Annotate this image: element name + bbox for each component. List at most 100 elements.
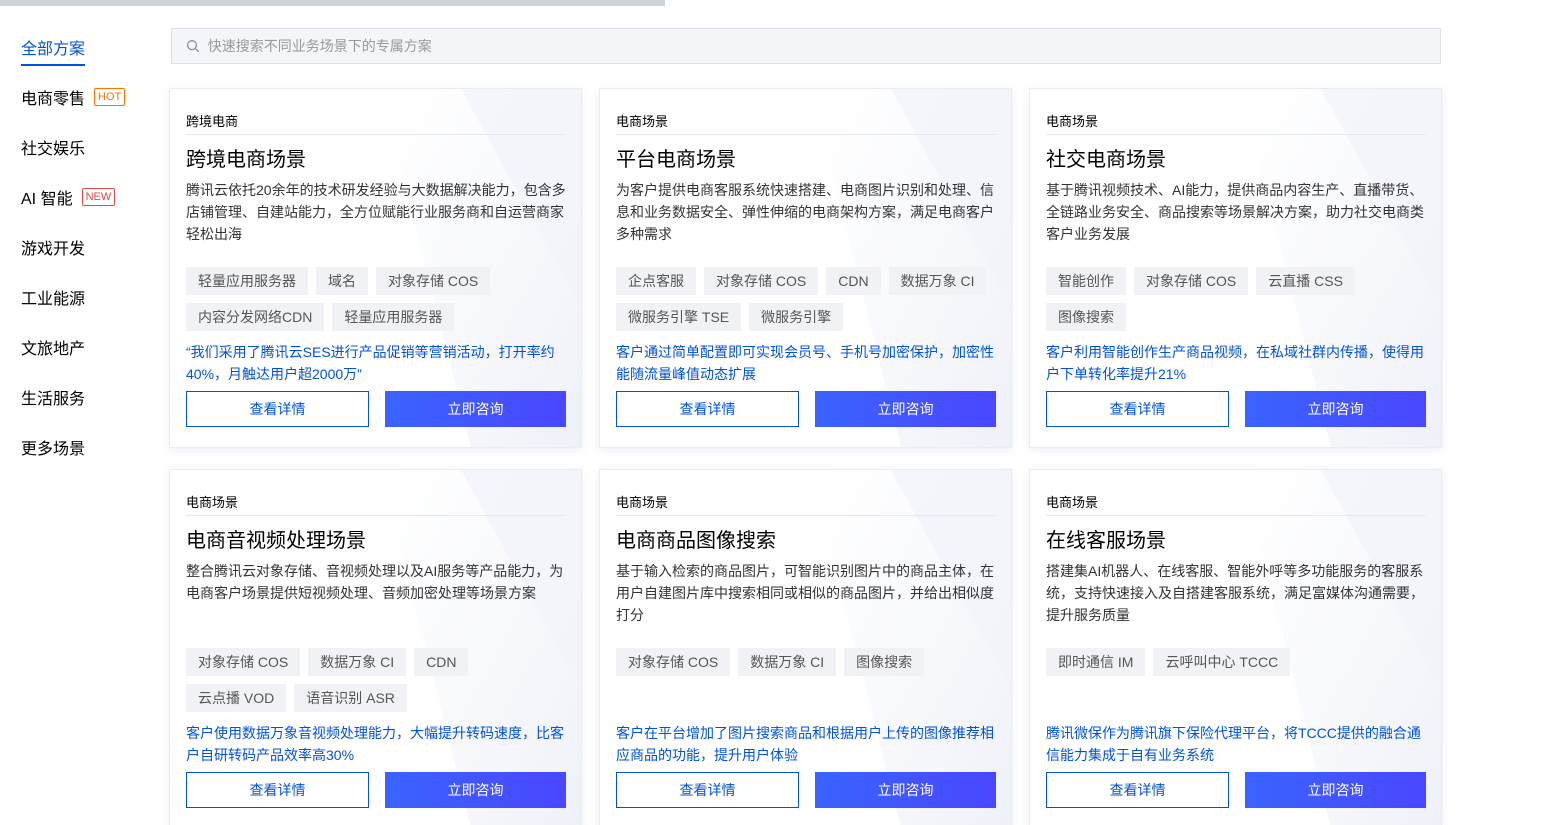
card-description: 腾讯云依托20余年的技术研发经验与大数据解决能力，包含多店铺管理、自建站能力，全… bbox=[186, 182, 566, 242]
card-tag-list: 企点客服 对象存储 COS CDN 数据万象 CI 微服务引擎 TSE 微服务引擎 bbox=[616, 267, 996, 333]
sidebar-item-label: 电商零售 bbox=[21, 91, 86, 108]
solution-card: 电商场景 在线客服场景 搭建集AI机器人、在线客服、智能外呼等多功能服务的客服系… bbox=[1029, 469, 1442, 825]
sidebar-item-ai[interactable]: AI 智能 NEW bbox=[21, 177, 116, 217]
view-details-button[interactable]: 查看详情 bbox=[1046, 772, 1229, 808]
product-tag[interactable]: 内容分发网络CDN bbox=[186, 303, 325, 331]
sidebar-item-ecommerce[interactable]: 电商零售 HOT bbox=[21, 77, 126, 117]
solution-card: 电商场景 电商音视频处理场景 整合腾讯云对象存储、音视频处理以及AI服务等产品能… bbox=[169, 469, 582, 825]
view-details-button[interactable]: 查看详情 bbox=[616, 772, 799, 808]
card-actions: 查看详情 立即咨询 bbox=[616, 391, 996, 427]
card-customer-case: 客户利用智能创作生产商品视频，在私域社群内传播，使得用户下单转化率提升21% bbox=[1046, 344, 1424, 382]
consult-now-button[interactable]: 立即咨询 bbox=[385, 391, 566, 427]
product-tag[interactable]: 图像搜索 bbox=[844, 648, 925, 676]
card-category: 电商场景 bbox=[616, 470, 996, 516]
consult-now-button[interactable]: 立即咨询 bbox=[1245, 391, 1426, 427]
solution-card: 电商场景 社交电商场景 基于腾讯视频技术、AI能力，提供商品内容生产、直播带货、… bbox=[1029, 88, 1442, 448]
product-tag[interactable]: 数据万象 CI bbox=[738, 648, 837, 676]
card-tag-list: 轻量应用服务器 域名 对象存储 COS 内容分发网络CDN 轻量应用服务器 bbox=[186, 267, 566, 333]
product-tag[interactable]: 智能创作 bbox=[1046, 267, 1126, 295]
product-tag[interactable]: 轻量应用服务器 bbox=[332, 303, 455, 331]
card-title: 平台电商场景 bbox=[616, 149, 736, 171]
sidebar-item-label: 全部方案 bbox=[21, 35, 86, 66]
product-tag[interactable]: 云呼叫中心 TCCC bbox=[1153, 648, 1291, 676]
card-customer-case: 客户通过简单配置即可实现会员号、手机号加密保护，加密性能随流量峰值动态扩展 bbox=[616, 344, 994, 382]
search-input[interactable] bbox=[207, 38, 1440, 54]
card-tag-list: 对象存储 COS 数据万象 CI 图像搜索 bbox=[616, 648, 996, 714]
card-customer-case: 腾讯微保作为腾讯旗下保险代理平台，将TCCC提供的融合通信能力集成于自有业务系统 bbox=[1046, 725, 1421, 763]
hot-badge: HOT bbox=[94, 88, 126, 106]
card-title: 社交电商场景 bbox=[1046, 149, 1166, 171]
product-tag[interactable]: 微服务引擎 TSE bbox=[616, 303, 742, 331]
view-details-button[interactable]: 查看详情 bbox=[186, 391, 369, 427]
new-badge: NEW bbox=[81, 188, 116, 206]
card-customer-case: “我们采用了腾讯云SES进行产品促销等营销活动，打开率约40%，月触达用户超20… bbox=[186, 344, 555, 382]
consult-now-button[interactable]: 立即咨询 bbox=[815, 391, 996, 427]
product-tag[interactable]: 对象存储 COS bbox=[616, 648, 731, 676]
search-bar bbox=[171, 28, 1441, 64]
card-category: 电商场景 bbox=[1046, 89, 1426, 135]
consult-now-button[interactable]: 立即咨询 bbox=[385, 772, 566, 808]
sidebar-item-label: 社交娱乐 bbox=[21, 141, 86, 158]
sidebar-item-label: 更多场景 bbox=[21, 441, 86, 458]
product-tag[interactable]: CDN bbox=[826, 267, 881, 295]
sidebar-item-label: 工业能源 bbox=[21, 291, 86, 308]
top-banner-strip bbox=[0, 0, 665, 6]
card-category: 电商场景 bbox=[186, 470, 566, 516]
card-tag-list: 对象存储 COS 数据万象 CI CDN 云点播 VOD 语音识别 ASR bbox=[186, 648, 566, 714]
sidebar-item-label: AI 智能 bbox=[21, 191, 73, 208]
product-tag[interactable]: 数据万象 CI bbox=[308, 648, 407, 676]
card-actions: 查看详情 立即咨询 bbox=[1046, 772, 1426, 808]
solution-card: 电商场景 电商商品图像搜索 基于输入检索的商品图片，可智能识别图片中的商品主体，… bbox=[599, 469, 1012, 825]
product-tag[interactable]: 对象存储 COS bbox=[704, 267, 819, 295]
product-tag[interactable]: 数据万象 CI bbox=[888, 267, 987, 295]
card-description: 搭建集AI机器人、在线客服、智能外呼等多功能服务的客服系统，支持快速接入及自搭建… bbox=[1046, 563, 1424, 623]
card-title: 电商商品图像搜索 bbox=[616, 530, 776, 552]
sidebar-item-tourism[interactable]: 文旅地产 bbox=[21, 327, 85, 367]
view-details-button[interactable]: 查看详情 bbox=[186, 772, 369, 808]
card-description: 基于输入检索的商品图片，可智能识别图片中的商品主体，在用户自建图片库中搜索相同或… bbox=[616, 563, 994, 623]
product-tag[interactable]: 企点客服 bbox=[616, 267, 696, 295]
product-tag[interactable]: 云直播 CSS bbox=[1256, 267, 1355, 295]
card-customer-case: 客户使用数据万象音视频处理能力，大幅提升转码速度，比客户自研转码产品效率高30% bbox=[186, 725, 564, 763]
card-description: 为客户提供电商客服系统快速搭建、电商图片识别和处理、信息和业务数据安全、弹性伸缩… bbox=[616, 182, 994, 242]
product-tag[interactable]: 对象存储 COS bbox=[376, 267, 491, 295]
card-customer-case: 客户在平台增加了图片搜索商品和根据用户上传的图像推荐相应商品的功能，提升用户体验 bbox=[616, 725, 994, 763]
product-tag[interactable]: 云点播 VOD bbox=[186, 684, 287, 712]
product-tag[interactable]: 对象存储 COS bbox=[186, 648, 301, 676]
card-title: 跨境电商场景 bbox=[186, 149, 306, 171]
product-tag[interactable]: CDN bbox=[414, 648, 469, 676]
view-details-button[interactable]: 查看详情 bbox=[1046, 391, 1229, 427]
solution-card: 跨境电商 跨境电商场景 腾讯云依托20余年的技术研发经验与大数据解决能力，包含多… bbox=[169, 88, 582, 448]
product-tag[interactable]: 即时通信 IM bbox=[1046, 648, 1146, 676]
product-tag[interactable]: 语音识别 ASR bbox=[294, 684, 407, 712]
sidebar-item-label: 文旅地产 bbox=[21, 341, 86, 358]
sidebar-item-life[interactable]: 生活服务 bbox=[21, 377, 85, 417]
product-tag[interactable]: 轻量应用服务器 bbox=[186, 267, 308, 295]
card-description: 基于腾讯视频技术、AI能力，提供商品内容生产、直播带货、全链路业务安全、商品搜索… bbox=[1046, 182, 1424, 242]
card-description: 整合腾讯云对象存储、音视频处理以及AI服务等产品能力，为电商客户场景提供短视频处… bbox=[186, 563, 564, 601]
sidebar-item-more[interactable]: 更多场景 bbox=[21, 427, 85, 467]
consult-now-button[interactable]: 立即咨询 bbox=[815, 772, 996, 808]
consult-now-button[interactable]: 立即咨询 bbox=[1245, 772, 1426, 808]
view-details-button[interactable]: 查看详情 bbox=[616, 391, 799, 427]
sidebar-item-industry[interactable]: 工业能源 bbox=[21, 277, 85, 317]
sidebar-item-social[interactable]: 社交娱乐 bbox=[21, 127, 85, 167]
product-tag[interactable]: 图像搜索 bbox=[1046, 303, 1126, 331]
card-actions: 查看详情 立即咨询 bbox=[186, 772, 566, 808]
product-tag[interactable]: 对象存储 COS bbox=[1134, 267, 1249, 295]
product-tag[interactable]: 域名 bbox=[316, 267, 368, 295]
card-actions: 查看详情 立即咨询 bbox=[186, 391, 566, 427]
search-icon bbox=[186, 40, 200, 53]
card-category: 电商场景 bbox=[1046, 470, 1426, 516]
card-tag-list: 智能创作 对象存储 COS 云直播 CSS 图像搜索 bbox=[1046, 267, 1426, 333]
product-tag[interactable]: 微服务引擎 bbox=[749, 303, 844, 331]
sidebar-item-game[interactable]: 游戏开发 bbox=[21, 227, 85, 267]
card-tag-list: 即时通信 IM 云呼叫中心 TCCC bbox=[1046, 648, 1426, 714]
sidebar-item-label: 游戏开发 bbox=[21, 241, 86, 258]
card-actions: 查看详情 立即咨询 bbox=[1046, 391, 1426, 427]
solution-card: 电商场景 平台电商场景 为客户提供电商客服系统快速搭建、电商图片识别和处理、信息… bbox=[599, 88, 1012, 448]
card-actions: 查看详情 立即咨询 bbox=[616, 772, 996, 808]
card-title: 电商音视频处理场景 bbox=[186, 530, 366, 552]
card-title: 在线客服场景 bbox=[1046, 530, 1166, 552]
sidebar-item-all[interactable]: 全部方案 bbox=[21, 27, 86, 67]
